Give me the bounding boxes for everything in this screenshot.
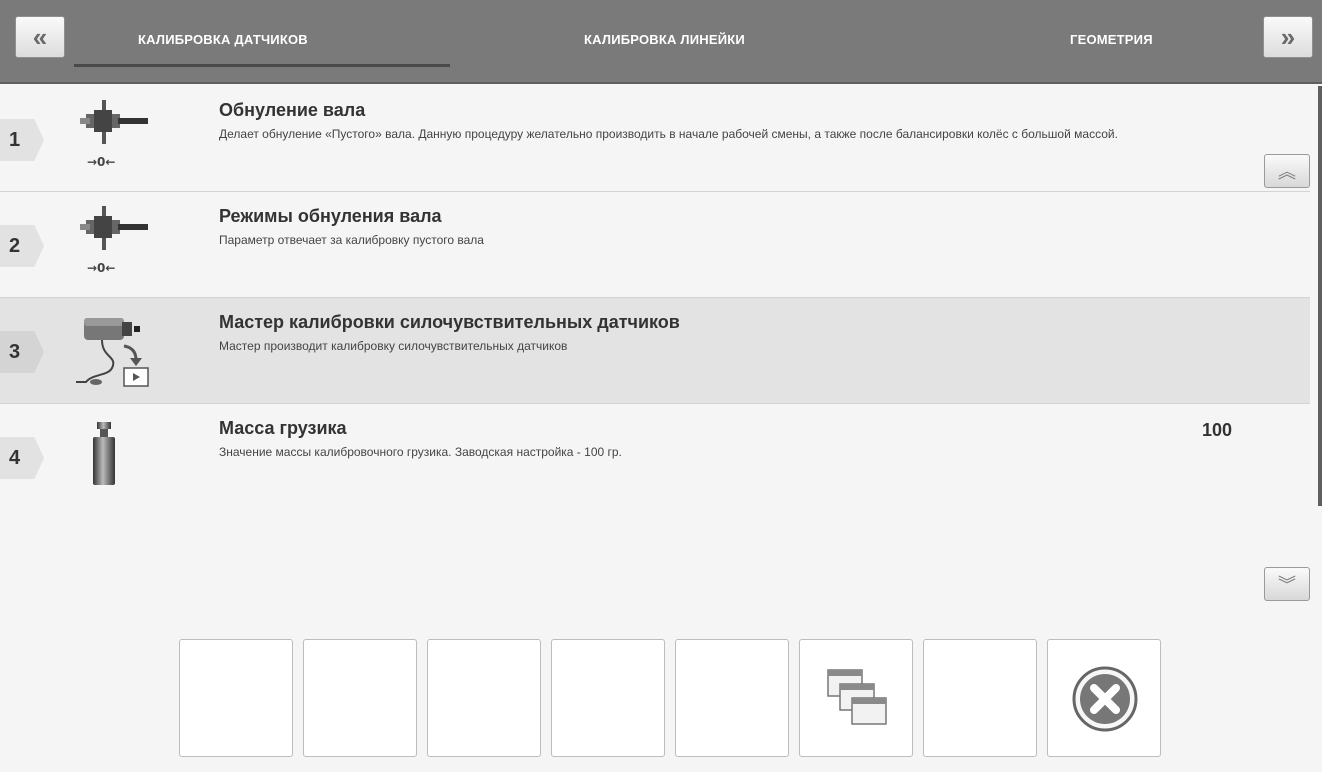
tab-sensor-calibration[interactable]: КАЛИБРОВКА ДАТЧИКОВ [138,32,308,52]
item-description: Мастер производит калибровку силочувстви… [219,339,568,353]
item-title: Обнуление вала [219,100,366,120]
double-chevron-down-icon: ︾ [1278,575,1296,595]
active-tab-indicator [74,64,450,67]
list-item-sensor-calibration-wizard[interactable]: 3 Мастер калибровки силочувствительных д… [0,298,1310,404]
function-button-3[interactable] [427,639,541,757]
double-chevron-right-icon: » [1280,21,1296,52]
item-title: Масса грузика [219,418,347,438]
weight-icon [93,422,115,485]
list-item-shaft-zero-modes[interactable]: 2 →0← Режимы обнуления вала Параметр отв… [0,192,1310,298]
scrollbar[interactable] [1318,86,1322,506]
close-icon [1072,666,1138,732]
item-number: 4 [0,437,44,479]
function-button-5[interactable] [675,639,789,757]
zero-caption: →0← [87,155,115,169]
windows-button[interactable] [799,639,913,757]
item-value[interactable]: 100 [1202,420,1232,441]
function-button-2[interactable] [303,639,417,757]
tab-geometry[interactable]: ГЕОМЕТРИЯ [1070,32,1153,52]
close-button[interactable] [1047,639,1161,757]
windows-icon [827,669,887,725]
list-item-weight-mass[interactable]: 4 Масса грузика Значение массы калиброво… [0,404,1310,510]
shaft-zero-icon: →0← [80,206,148,275]
double-chevron-left-icon: « [32,21,48,52]
item-description: Параметр отвечает за калибровку пустого … [219,233,484,247]
item-title: Режимы обнуления вала [219,206,442,226]
item-number: 2 [0,225,44,267]
scroll-down-button[interactable]: ︾ [1264,567,1310,601]
item-description: Значение массы калибровочного грузика. З… [219,445,622,459]
top-bar: « КАЛИБРОВКА ДАТЧИКОВ КАЛИБРОВКА ЛИНЕЙКИ… [0,0,1322,84]
next-tab-button[interactable]: » [1263,16,1313,58]
function-button-4[interactable] [551,639,665,757]
list-item-shaft-zeroing[interactable]: 1 →0← Обнуление вала Делает обнуление «П… [0,86,1310,192]
item-description: Делает обнуление «Пустого» вала. Данную … [219,127,1118,141]
tab-ruler-calibration[interactable]: КАЛИБРОВКА ЛИНЕЙКИ [584,32,745,52]
prev-tab-button[interactable]: « [15,16,65,58]
zero-caption: →0← [87,261,115,275]
sensor-wizard-icon [76,318,149,387]
scroll-up-button[interactable]: ︽ [1264,154,1310,188]
shaft-zero-icon: →0← [80,100,148,169]
item-title: Мастер калибровки силочувствительных дат… [219,312,680,332]
function-button-1[interactable] [179,639,293,757]
item-number: 3 [0,331,44,373]
item-number: 1 [0,119,44,161]
double-chevron-up-icon: ︽ [1278,162,1296,182]
function-button-7[interactable] [923,639,1037,757]
